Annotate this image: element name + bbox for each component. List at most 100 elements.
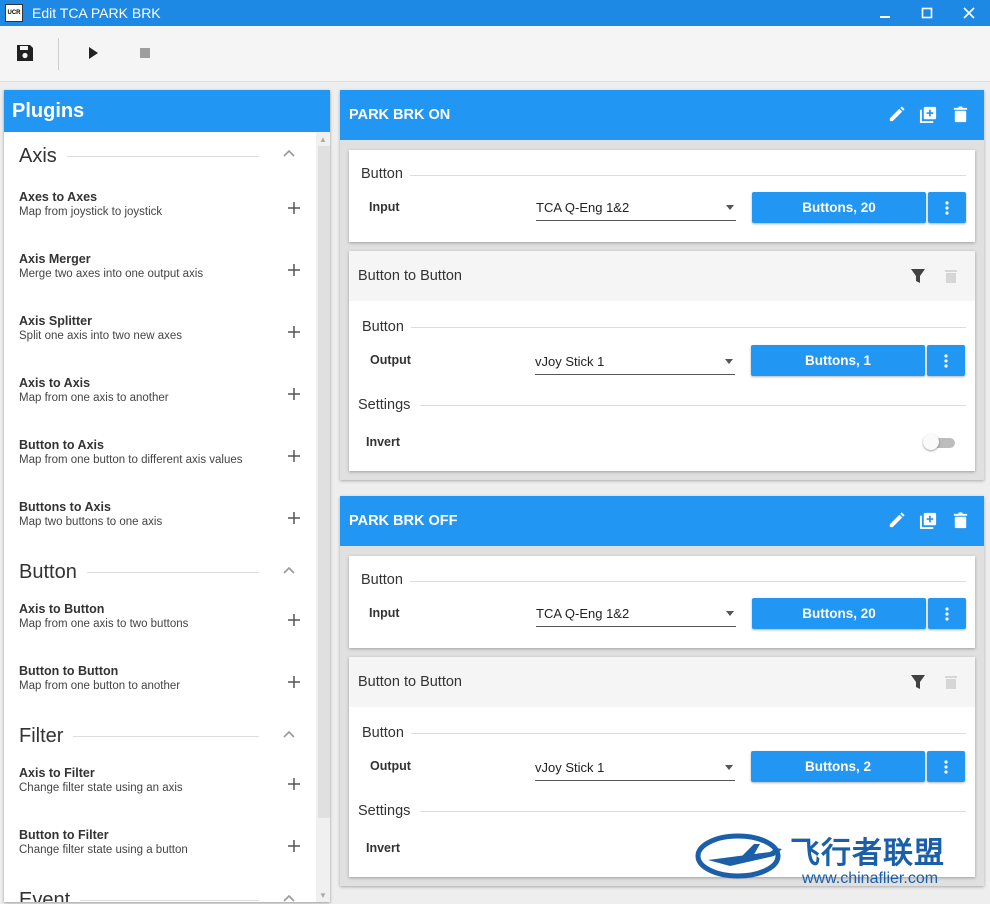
input-section-title: Button (361, 572, 403, 588)
plugin-card-title: Button to Button (358, 268, 462, 284)
plugin-item-button-to-button[interactable]: Button to Button Map from one button to … (4, 654, 316, 716)
plugin-desc: Map from one axis to another (19, 392, 169, 404)
add-icon[interactable] (286, 386, 302, 402)
plugin-item-axis-to-button[interactable]: Axis to Button Map from one axis to two … (4, 592, 316, 654)
add-icon[interactable] (286, 674, 302, 690)
more-vert-icon (944, 759, 948, 774)
plugin-desc: Map from one button to another (19, 680, 181, 692)
delete-icon[interactable] (951, 105, 970, 124)
add-icon[interactable] (286, 448, 302, 464)
input-button-select[interactable]: Buttons, 20 (752, 598, 926, 629)
plugins-scrollbar[interactable]: ▲ ▼ (316, 132, 330, 902)
minimize-icon (880, 16, 890, 18)
toggle-knob (923, 434, 939, 450)
section-filter[interactable]: Filter (4, 716, 316, 756)
app-icon: UCR (5, 4, 23, 22)
plugin-item-axis-merger[interactable]: Axis Merger Merge two axes into one outp… (4, 242, 316, 304)
add-icon[interactable] (286, 262, 302, 278)
add-icon[interactable] (286, 612, 302, 628)
invert-toggle[interactable] (923, 434, 955, 450)
delete-icon[interactable] (951, 511, 970, 530)
plugin-item-axis-to-filter[interactable]: Axis to Filter Change filter state using… (4, 756, 316, 818)
section-title: Button (19, 560, 77, 583)
add-icon[interactable] (286, 776, 302, 792)
invert-label: Invert (366, 435, 401, 449)
plugins-title: Plugins (4, 90, 330, 132)
plugin-name: Button to Axis (19, 438, 104, 452)
chevron-up-icon[interactable] (282, 563, 296, 577)
plugin-name: Axis Splitter (19, 314, 92, 328)
plugin-item-axes-to-axes[interactable]: Axes to Axes Map from joystick to joysti… (4, 180, 316, 242)
output-label: Output (370, 759, 411, 773)
plugin-desc: Split one axis into two new axes (19, 330, 183, 342)
play-button[interactable] (80, 40, 106, 66)
output-section-title: Button (362, 319, 404, 335)
input-more-button[interactable] (928, 598, 966, 629)
section-divider (410, 581, 966, 582)
output-device-select[interactable]: vJoy Stick 1 (535, 349, 735, 375)
plugin-name: Axis to Filter (19, 766, 95, 780)
plugin-item-button-to-filter[interactable]: Button to Filter Change filter state usi… (4, 818, 316, 880)
dropdown-arrow-icon (725, 359, 733, 364)
input-button-select[interactable]: Buttons, 20 (752, 192, 926, 223)
filter-icon[interactable] (910, 268, 926, 284)
plugin-item-axis-splitter[interactable]: Axis Splitter Split one axis into two ne… (4, 304, 316, 366)
chevron-up-icon[interactable] (282, 146, 296, 160)
title-bar: UCR Edit TCA PARK BRK (0, 0, 990, 26)
filter-icon[interactable] (910, 674, 926, 690)
duplicate-icon[interactable] (919, 511, 938, 530)
add-icon[interactable] (286, 200, 302, 216)
plugin-card: Button to Button Button Output vJoy Stic… (349, 251, 975, 471)
settings-section-title: Settings (358, 397, 411, 413)
section-button[interactable]: Button (4, 552, 316, 592)
input-more-button[interactable] (928, 192, 966, 223)
delete-icon[interactable] (943, 674, 959, 690)
output-device-select[interactable]: vJoy Stick 1 (535, 755, 735, 781)
delete-icon[interactable] (943, 268, 959, 284)
input-label: Input (369, 200, 400, 214)
save-button[interactable] (12, 40, 38, 66)
output-more-button[interactable] (927, 345, 965, 376)
stop-button[interactable] (132, 40, 158, 66)
output-section-title: Button (362, 725, 404, 741)
add-icon[interactable] (286, 838, 302, 854)
settings-section-title: Settings (358, 803, 411, 819)
chevron-up-icon[interactable] (282, 891, 296, 902)
add-icon[interactable] (286, 510, 302, 526)
plugin-desc: Change filter state using a button (19, 844, 188, 856)
section-axis[interactable]: Axis (4, 132, 316, 180)
output-more-button[interactable] (927, 751, 965, 782)
plugin-name: Button to Button (19, 664, 119, 678)
plugin-item-button-to-axis[interactable]: Button to Axis Map from one button to di… (4, 428, 316, 490)
edit-icon[interactable] (887, 511, 906, 530)
app-icon-text: UCR (7, 10, 21, 16)
output-button-select[interactable]: Buttons, 2 (751, 751, 925, 782)
output-label: Output (370, 353, 411, 367)
plugin-item-buttons-to-axis[interactable]: Buttons to Axis Map two buttons to one a… (4, 490, 316, 552)
duplicate-icon[interactable] (919, 105, 938, 124)
maximize-button[interactable] (906, 0, 948, 26)
section-event[interactable]: Event (4, 880, 316, 902)
input-device-select[interactable]: TCA Q-Eng 1&2 (536, 195, 736, 221)
more-vert-icon (945, 606, 949, 621)
add-icon[interactable] (286, 324, 302, 340)
output-button-select[interactable]: Buttons, 1 (751, 345, 925, 376)
input-device-select[interactable]: TCA Q-Eng 1&2 (536, 601, 736, 627)
plugin-name: Axis Merger (19, 252, 91, 266)
invert-label: Invert (366, 841, 401, 855)
plugin-desc: Change filter state using an axis (19, 782, 183, 794)
plugin-card-header: Button to Button (349, 657, 975, 707)
edit-icon[interactable] (887, 105, 906, 124)
dropdown-arrow-icon (726, 205, 734, 210)
close-button[interactable] (948, 0, 990, 26)
section-divider (420, 811, 966, 812)
scroll-thumb[interactable] (318, 146, 330, 818)
chevron-up-icon[interactable] (282, 727, 296, 741)
plugin-desc: Map from joystick to joystick (19, 206, 163, 218)
scroll-up-icon[interactable]: ▲ (316, 132, 330, 146)
scroll-down-icon[interactable]: ▼ (316, 888, 330, 902)
plugin-item-axis-to-axis[interactable]: Axis to Axis Map from one axis to anothe… (4, 366, 316, 428)
stop-icon (140, 48, 150, 58)
minimize-button[interactable] (864, 0, 906, 26)
section-divider (66, 155, 259, 157)
